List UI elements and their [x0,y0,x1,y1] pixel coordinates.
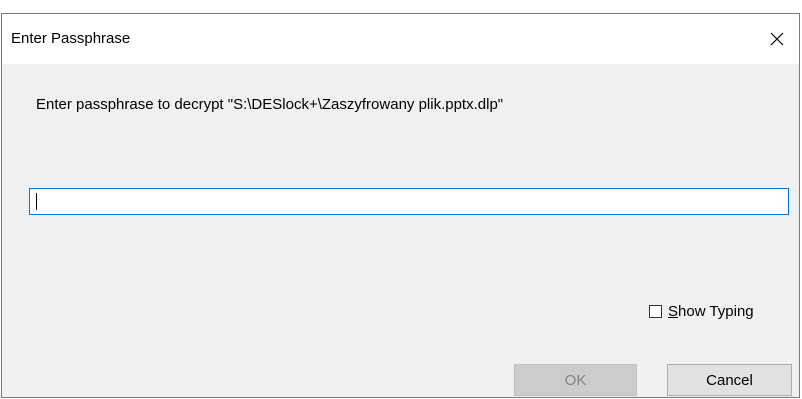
show-typing-label: Show Typing [668,303,754,320]
close-icon [770,32,784,46]
cancel-button[interactable]: Cancel [667,364,792,396]
page: Enter Passphrase Enter passphrase to dec… [0,0,802,399]
dialog-title: Enter Passphrase [11,30,131,47]
ok-button[interactable]: OK [514,364,637,396]
text-caret [36,193,37,210]
show-typing-checkbox[interactable]: Show Typing [649,303,754,320]
close-button[interactable] [755,14,799,64]
passphrase-dialog: Enter Passphrase Enter passphrase to dec… [1,13,800,398]
passphrase-input[interactable] [29,188,789,215]
checkbox-box[interactable] [649,305,662,318]
title-bar[interactable]: Enter Passphrase [2,14,799,64]
decrypt-prompt: Enter passphrase to decrypt "S:\DESlock+… [36,96,504,113]
